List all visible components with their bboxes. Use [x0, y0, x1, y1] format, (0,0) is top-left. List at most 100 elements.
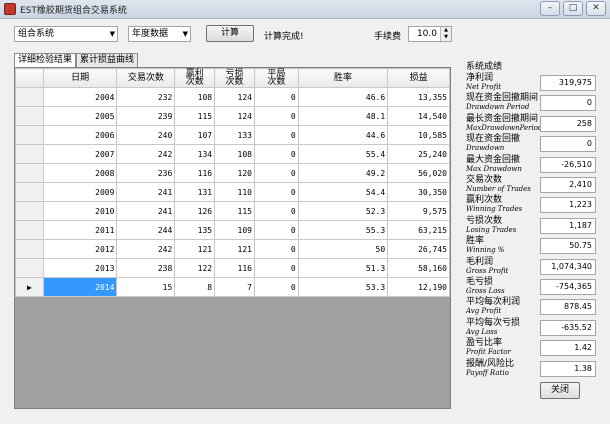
table-cell[interactable]: 0 [253, 144, 299, 164]
table-cell[interactable]: 2005 [42, 106, 118, 126]
table-row[interactable]: 2008 236 116 120 0 49.2 56,020 [15, 163, 450, 183]
table-cell[interactable]: 244 [116, 220, 176, 240]
table-cell[interactable]: 108 [174, 87, 216, 107]
table-cell[interactable]: 0 [253, 277, 299, 297]
stat-value[interactable]: -26,510 [540, 156, 596, 173]
table-cell[interactable]: 25,240 [387, 144, 450, 164]
table-cell[interactable]: 236 [116, 163, 176, 183]
row-header[interactable] [15, 87, 44, 107]
table-cell[interactable]: 48.1 [297, 106, 389, 126]
stat-value[interactable]: 878.45 [540, 299, 596, 316]
row-header[interactable] [15, 106, 44, 126]
col-header-trades[interactable]: 交易次数 [116, 68, 176, 88]
table-cell[interactable]: 242 [116, 144, 176, 164]
stat-value[interactable]: 1,074,340 [540, 258, 596, 275]
table-cell[interactable]: 120 [214, 163, 255, 183]
table-cell[interactable]: 13,355 [387, 87, 450, 107]
stat-value[interactable]: 319,975 [540, 75, 596, 91]
table-cell[interactable]: 131 [174, 182, 216, 202]
col-header-wins[interactable]: 赢利 次数 [174, 68, 216, 88]
table-cell[interactable]: 30,350 [387, 182, 450, 202]
table-cell[interactable]: 108 [214, 144, 255, 164]
table-cell[interactable]: 2014 [42, 277, 118, 297]
close-button[interactable]: 关闭 [540, 382, 580, 399]
close-window-button[interactable]: ✕ [586, 1, 606, 16]
table-cell[interactable]: 134 [174, 144, 216, 164]
table-cell[interactable]: 58,160 [387, 258, 450, 278]
stat-value[interactable]: 258 [540, 115, 596, 132]
table-cell[interactable]: 0 [253, 163, 299, 183]
table-cell[interactable]: 2007 [42, 144, 118, 164]
table-cell[interactable]: 115 [174, 106, 216, 126]
table-cell[interactable]: 46.6 [297, 87, 389, 107]
table-cell[interactable]: 116 [174, 163, 216, 183]
table-row[interactable]: 2013 238 122 116 0 51.3 58,160 [15, 258, 450, 278]
table-row[interactable]: 2007 242 134 108 0 55.4 25,240 [15, 144, 450, 164]
results-grid[interactable]: 日期 交易次数 赢利 次数 亏损 次数 平局 次数 胜率 损益 2004 232 1… [14, 67, 451, 409]
row-header[interactable] [15, 201, 44, 221]
table-cell[interactable]: 0 [253, 220, 299, 240]
table-cell[interactable]: 55.3 [297, 220, 389, 240]
table-cell[interactable]: 135 [174, 220, 216, 240]
table-cell[interactable]: 121 [174, 239, 216, 259]
table-cell[interactable]: 124 [214, 106, 255, 126]
table-cell[interactable]: 241 [116, 182, 176, 202]
row-header[interactable] [15, 144, 44, 164]
table-row[interactable]: 2004 232 108 124 0 46.6 13,355 [15, 87, 450, 107]
table-cell[interactable]: 124 [214, 87, 255, 107]
stat-value[interactable]: -635.52 [540, 319, 596, 336]
table-cell[interactable]: 110 [214, 182, 255, 202]
stat-value[interactable]: 0 [540, 95, 596, 112]
table-cell[interactable]: 126 [174, 201, 216, 221]
minimize-button[interactable]: – [540, 1, 560, 16]
table-row[interactable]: 2012 242 121 121 0 50 26,745 [15, 239, 450, 259]
table-cell[interactable]: 241 [116, 201, 176, 221]
table-cell[interactable]: 122 [174, 258, 216, 278]
spin-down-icon[interactable]: ▼ [440, 34, 451, 41]
table-cell[interactable]: 50 [297, 239, 389, 259]
table-cell[interactable]: 242 [116, 239, 176, 259]
table-cell[interactable]: 2012 [42, 239, 118, 259]
table-cell[interactable]: 52.3 [297, 201, 389, 221]
stat-value[interactable]: 1,223 [540, 197, 596, 214]
table-cell[interactable]: 54.4 [297, 182, 389, 202]
table-cell[interactable]: 116 [214, 258, 255, 278]
row-header[interactable]: ▶ [15, 277, 44, 297]
table-cell[interactable]: 10,585 [387, 125, 450, 145]
stat-value[interactable]: 0 [540, 136, 596, 153]
stat-value[interactable]: 1.38 [540, 360, 596, 377]
col-header-win-rate[interactable]: 胜率 [297, 68, 389, 88]
table-cell[interactable]: 44.6 [297, 125, 389, 145]
table-cell[interactable]: 240 [116, 125, 176, 145]
table-cell[interactable]: 2009 [42, 182, 118, 202]
tab-cumulative-curve[interactable]: 累计损益曲线 [76, 53, 139, 67]
table-cell[interactable]: 133 [214, 125, 255, 145]
table-cell[interactable]: 232 [116, 87, 176, 107]
table-cell[interactable]: 115 [214, 201, 255, 221]
table-row[interactable]: 2009 241 131 110 0 54.4 30,350 [15, 182, 450, 202]
row-header[interactable] [15, 182, 44, 202]
table-cell[interactable]: 53.3 [297, 277, 389, 297]
col-header-date[interactable]: 日期 [42, 68, 118, 88]
stat-value[interactable]: 2,410 [540, 177, 596, 193]
spin-up-icon[interactable]: ▲ [440, 27, 451, 34]
table-cell[interactable]: 2006 [42, 125, 118, 145]
table-cell[interactable]: 8 [174, 277, 216, 297]
table-row[interactable]: 2011 244 135 109 0 55.3 63,215 [15, 220, 450, 240]
calculate-button[interactable]: 计算 [206, 25, 254, 42]
col-header-losses[interactable]: 亏损 次数 [214, 68, 255, 88]
table-cell[interactable]: 55.4 [297, 144, 389, 164]
maximize-button[interactable]: □ [563, 1, 583, 16]
table-cell[interactable]: 107 [174, 125, 216, 145]
fee-input[interactable]: 10.0 ▲ ▼ [408, 26, 452, 42]
stat-value[interactable]: 1.42 [540, 340, 596, 357]
table-row[interactable]: ▶ 2014 15 8 7 0 53.3 12,190 [15, 277, 450, 297]
table-cell[interactable]: 0 [253, 125, 299, 145]
stat-value[interactable]: 1,187 [540, 217, 596, 234]
table-cell[interactable]: 238 [116, 258, 176, 278]
row-header[interactable] [15, 125, 44, 145]
table-cell[interactable]: 26,745 [387, 239, 450, 259]
table-cell[interactable]: 239 [116, 106, 176, 126]
row-header[interactable] [15, 220, 44, 240]
stat-value[interactable]: 50.75 [540, 238, 596, 255]
